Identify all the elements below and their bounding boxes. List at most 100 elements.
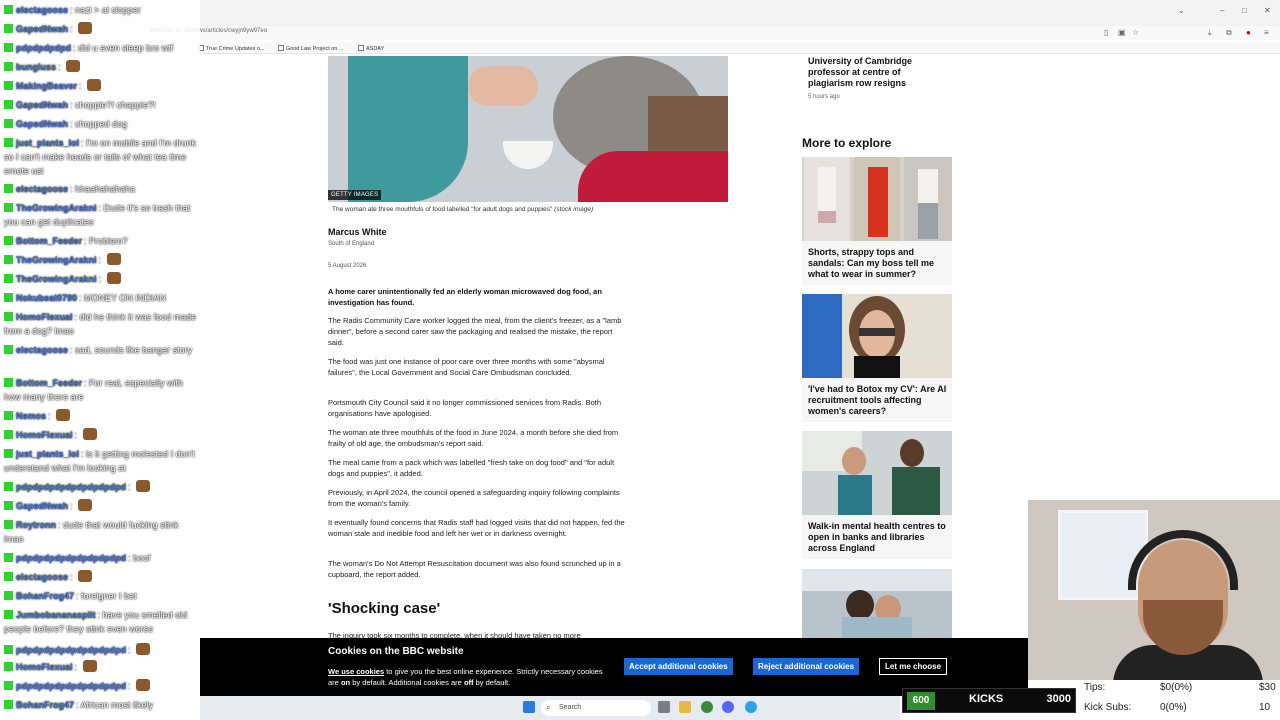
subscriber-badge-icon: [4, 81, 13, 90]
chat-username[interactable]: Bottom_Feeder: [16, 236, 82, 246]
chat-username[interactable]: Bottom_Feeder: [16, 378, 82, 388]
chat-username[interactable]: electagoose: [16, 572, 68, 582]
chat-emote-icon: [82, 660, 97, 672]
chevron-down-icon[interactable]: ⌄: [1178, 6, 1185, 15]
chat-username[interactable]: electagoose: [16, 5, 68, 15]
subscriber-badge-icon: [4, 520, 13, 529]
chat-message: TheGrowingArakni:: [4, 253, 198, 267]
chat-separator: :: [74, 662, 80, 672]
chat-text: chopped dog: [75, 119, 128, 129]
chat-username[interactable]: HomoFlexual: [16, 430, 73, 440]
explore-card[interactable]: 'I've had to Botox my CV': Are AI recrui…: [802, 294, 952, 422]
card-image: [802, 157, 952, 241]
chat-message: Bottom_Feeder: Problem?: [4, 234, 198, 248]
chat-message: GapedNwah: chopped dog: [4, 117, 198, 131]
minimize-icon[interactable]: –: [1220, 6, 1224, 15]
star-icon[interactable]: ☆: [1132, 28, 1139, 37]
chat-message: Nokubeat0790: MONEY ON INDIAN: [4, 291, 198, 305]
chat-message: pdpdpdpdpd: did u even sleep bro wtf: [4, 41, 198, 55]
discord-icon[interactable]: [722, 701, 734, 713]
cookie-link[interactable]: We use cookies: [328, 667, 384, 676]
chat-username[interactable]: GapedNwah: [16, 501, 68, 511]
chat-username[interactable]: GapedNwah: [16, 100, 68, 110]
subscriber-badge-icon: [4, 345, 13, 354]
chat-username[interactable]: TheGrowingArakni: [16, 274, 97, 284]
chat-username[interactable]: TheGrowingArakni: [16, 255, 97, 265]
chat-message: GapedNwah:: [4, 22, 198, 36]
bookmark-good-law[interactable]: Good Law Project on ...: [278, 45, 343, 52]
telegram-icon[interactable]: [745, 701, 757, 713]
chat-username[interactable]: Jumbobananasplit: [16, 610, 96, 620]
card-title: Shorts, strappy tops and sandals: Can my…: [808, 247, 935, 279]
reader-icon[interactable]: ▯: [1104, 28, 1108, 37]
chat-username[interactable]: just_plants_lol: [16, 449, 79, 459]
chat-username[interactable]: Nokubeat0790: [16, 293, 77, 303]
subscriber-badge-icon: [4, 591, 13, 600]
chat-username[interactable]: pdpdpdpdpdpdpdpdpdpd: [16, 645, 126, 655]
windows-start-icon[interactable]: [523, 701, 535, 713]
explore-card[interactable]: Walk-in mental health centres to open in…: [802, 431, 952, 559]
chat-username[interactable]: electagoose: [16, 345, 68, 355]
bookmark-true-crime[interactable]: True Crime Updates o...: [198, 45, 264, 52]
close-icon[interactable]: ✕: [1264, 6, 1271, 15]
extensions-icon[interactable]: ⧉: [1226, 28, 1232, 38]
kicks-current: 600: [907, 692, 935, 710]
bookmark-asday[interactable]: ASDAY: [358, 45, 384, 52]
explore-card[interactable]: Shorts, strappy tops and sandals: Can my…: [802, 157, 952, 285]
subscriber-badge-icon: [4, 24, 13, 33]
task-view-icon[interactable]: [658, 701, 670, 713]
chat-username[interactable]: GapedNwah: [16, 119, 68, 129]
maximize-icon[interactable]: □: [1242, 6, 1247, 15]
screenshot-icon[interactable]: ▣: [1118, 28, 1126, 37]
stream-stats: Tips: $0(0%) $30 Kick Subs: 0(0%) 10: [1080, 680, 1280, 720]
top-story-link[interactable]: University of Cambridge professor at cen…: [808, 56, 948, 89]
screen: ⌄ – □ ✕ www.bbc.co.uk/news/articles/cwyj…: [0, 0, 1280, 720]
chat-username[interactable]: electagoose: [16, 184, 68, 194]
chat-username[interactable]: MakingBeaver: [16, 81, 77, 91]
reject-cookies-button[interactable]: Reject additional cookies: [753, 658, 860, 675]
chat-username[interactable]: HomoFlexual: [16, 312, 73, 322]
chat-emote-icon: [78, 22, 93, 34]
chat-username[interactable]: pdpdpdpdpdpdpdpdpdpd: [16, 482, 126, 492]
article-paragraph: The woman's Do Not Attempt Resuscitation…: [328, 559, 621, 579]
explore-card[interactable]: [802, 569, 952, 638]
chat-username[interactable]: HomoFlexual: [16, 662, 73, 672]
chat-username[interactable]: bungluss: [16, 62, 56, 72]
stream-chat: electagoose: nazi > ai slopper GapedNwah:…: [0, 0, 200, 720]
subscriber-badge-icon: [4, 203, 13, 212]
chat-username[interactable]: pdpdpdpdpdpdpdpdpdpd: [16, 681, 126, 691]
addon-icon[interactable]: ●: [1246, 28, 1251, 37]
menu-icon[interactable]: ≡: [1264, 28, 1269, 37]
chat-username[interactable]: pdpdpdpdpdpdpdpdpdpd: [16, 553, 126, 563]
accept-cookies-button[interactable]: Accept additional cookies: [624, 658, 733, 675]
card-image: [802, 294, 952, 378]
chat-message: Roytronn: dude that would fucking stink …: [4, 518, 198, 546]
chat-username[interactable]: Roytronn: [16, 520, 56, 530]
let-me-choose-button[interactable]: Let me choose: [879, 658, 948, 675]
chat-username[interactable]: BohanFrog47: [16, 591, 74, 601]
chat-username[interactable]: just_plants_lol: [16, 138, 79, 148]
subscriber-badge-icon: [4, 681, 13, 690]
article-subheading: 'Shocking case': [328, 600, 441, 617]
search-icon: ⌕: [546, 703, 551, 712]
chrome-icon[interactable]: [701, 701, 713, 713]
chat-emote-icon: [135, 679, 150, 691]
chat-username[interactable]: Nemos: [16, 411, 46, 421]
download-icon[interactable]: ⤓: [1208, 28, 1212, 38]
chat-message: electagoose: sad, sounds like banger sto…: [4, 343, 198, 357]
subscriber-badge-icon: [4, 610, 13, 619]
chat-username[interactable]: BohanFrog47: [16, 700, 74, 710]
subscriber-badge-icon: [4, 119, 13, 128]
chat-username[interactable]: TheGrowingArakni: [16, 203, 97, 213]
file-explorer-icon[interactable]: [679, 701, 691, 713]
subscriber-badge-icon: [4, 255, 13, 264]
chat-username[interactable]: GapedNwah: [16, 24, 68, 34]
article-paragraph: The food was just one instance of poor c…: [328, 357, 605, 377]
chat-emote-icon: [66, 60, 81, 72]
chat-separator: :: [98, 274, 104, 284]
chat-separator: :: [70, 24, 76, 34]
tips-row: Tips: $0(0%) $30: [1084, 682, 1276, 693]
subscriber-badge-icon: [4, 184, 13, 193]
taskbar-search[interactable]: ⌕ Search: [541, 700, 651, 716]
chat-username[interactable]: pdpdpdpdpd: [16, 43, 71, 53]
